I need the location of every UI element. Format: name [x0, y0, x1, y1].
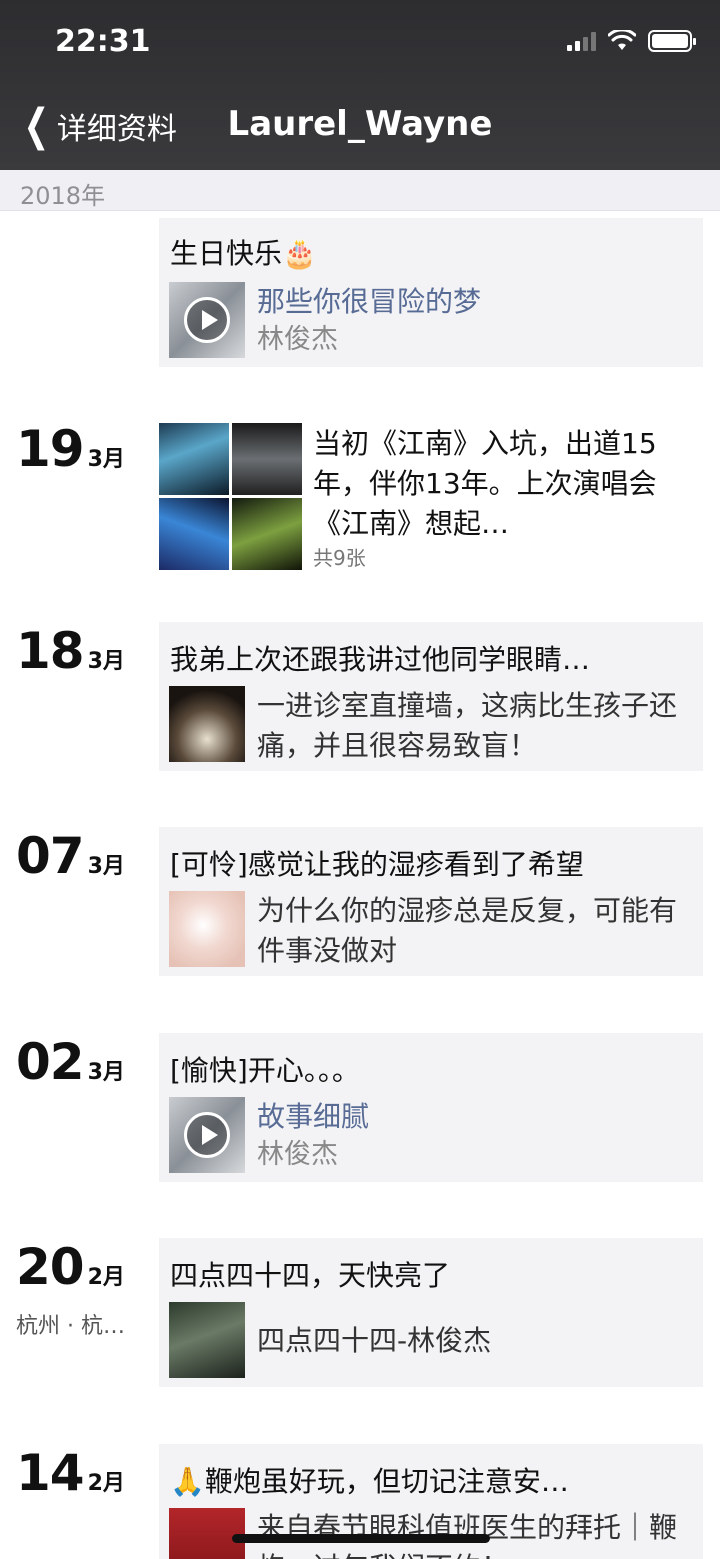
signal-icon [567, 31, 596, 51]
post-day: 19 [16, 420, 85, 478]
back-button[interactable]: ❮ 详细资料 [18, 104, 177, 148]
status-icons [567, 30, 696, 52]
home-indicator[interactable] [232, 1534, 490, 1543]
article-thumbnail [169, 1302, 245, 1378]
post-date: 20 2月 [16, 1238, 125, 1296]
photo-count: 共9张 [313, 546, 366, 570]
post-month: 3月 [87, 649, 125, 674]
post-day: 14 [16, 1444, 85, 1502]
post-date: 07 3月 [16, 827, 125, 885]
shared-article[interactable]: 四点四十四-林俊杰 [169, 1302, 693, 1380]
year-section-header: 2018年 [0, 170, 720, 211]
chevron-left-icon: ❮ [23, 100, 50, 151]
navigation-header: 22:31 ❮ 详细资料 Laurel_Wayne [0, 0, 720, 170]
post-card[interactable]: [愉快]开心。。。 故事细腻 林俊杰 [159, 1033, 703, 1182]
post-month: 3月 [87, 1060, 125, 1085]
post-month: 2月 [87, 1471, 125, 1496]
photo-thumbnail[interactable] [159, 423, 229, 495]
post-day: 07 [16, 827, 85, 885]
post-date: 18 3月 [16, 622, 125, 680]
post-day: 18 [16, 622, 85, 680]
photo-thumbnail[interactable] [232, 498, 302, 570]
shared-article[interactable]: 一进诊室直撞墙，这病比生孩子还痛，并且很容易致盲！ [169, 686, 693, 764]
post-text: 🙏鞭炮虽好玩，但切记注意安… [170, 1465, 569, 1498]
shared-music[interactable]: 故事细腻 林俊杰 [169, 1097, 693, 1175]
post-card[interactable]: 我弟上次还跟我讲过他同学眼睛… 一进诊室直撞墙，这病比生孩子还痛，并且很容易致盲… [159, 622, 703, 771]
post-date: 19 3月 [16, 420, 125, 478]
status-time: 22:31 [55, 24, 151, 59]
music-thumbnail [169, 1097, 245, 1173]
year-label: 2018年 [20, 182, 106, 210]
post-text: 我弟上次还跟我讲过他同学眼睛… [170, 643, 591, 676]
post-text: 生日快乐🎂 [170, 237, 317, 270]
share-subtitle: 林俊杰 [257, 1139, 338, 1170]
play-icon [184, 297, 230, 343]
post-month: 3月 [87, 854, 125, 879]
share-title: 为什么你的湿疹总是反复，可能有件事没做对 [257, 894, 678, 967]
shared-article[interactable]: 为什么你的湿疹总是反复，可能有件事没做对 [169, 891, 693, 969]
photo-grid[interactable] [159, 423, 303, 573]
post-text: 四点四十四，天快亮了 [170, 1259, 451, 1292]
post-text: [愉快]开心。。。 [170, 1054, 360, 1087]
post-location: 杭州 · 杭… [16, 1314, 125, 1339]
share-subtitle: 林俊杰 [257, 324, 338, 355]
post-card[interactable]: 生日快乐🎂 那些你很冒险的梦 林俊杰 [159, 218, 703, 367]
back-label: 详细资料 [56, 112, 177, 147]
photo-thumbnail[interactable] [159, 498, 229, 570]
post-date: 02 3月 [16, 1033, 125, 1091]
photo-thumbnail[interactable] [232, 423, 302, 495]
music-thumbnail [169, 282, 245, 358]
post-text: 当初《江南》入坑，出道15年，伴你13年。上次演唱会《江南》想起… [313, 427, 657, 540]
play-icon [184, 1112, 230, 1158]
share-title: 那些你很冒险的梦 [257, 285, 482, 318]
post-date: 14 2月 [16, 1444, 125, 1502]
article-thumbnail [169, 686, 245, 762]
battery-icon [648, 30, 696, 52]
post-day: 02 [16, 1033, 85, 1091]
wifi-icon [608, 30, 636, 50]
share-title: 故事细腻 [257, 1100, 370, 1133]
post-day: 20 [16, 1238, 85, 1296]
post-card[interactable]: 四点四十四，天快亮了 四点四十四-林俊杰 [159, 1238, 703, 1387]
share-title: 一进诊室直撞墙，这病比生孩子还痛，并且很容易致盲！ [257, 689, 678, 762]
post-text: [可怜]感觉让我的湿疹看到了希望 [170, 848, 584, 881]
post-card[interactable]: [可怜]感觉让我的湿疹看到了希望 为什么你的湿疹总是反复，可能有件事没做对 [159, 827, 703, 976]
share-title: 四点四十四-林俊杰 [257, 1324, 492, 1357]
post-month: 2月 [87, 1265, 125, 1290]
article-thumbnail [169, 891, 245, 967]
post-month: 3月 [87, 447, 125, 472]
shared-music[interactable]: 那些你很冒险的梦 林俊杰 [169, 282, 693, 360]
